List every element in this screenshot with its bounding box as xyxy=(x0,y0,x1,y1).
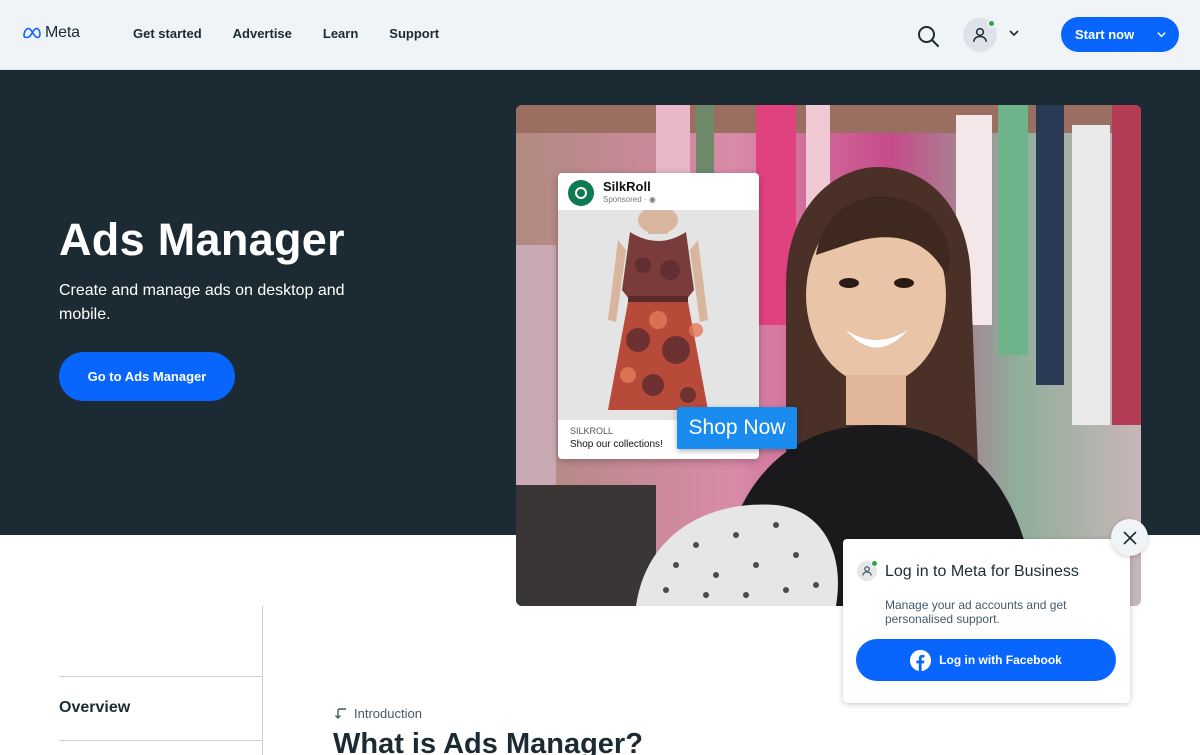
section-eyebrow: Introduction xyxy=(335,706,422,721)
online-status-dot xyxy=(871,560,878,567)
logo-text: Meta xyxy=(45,24,80,41)
go-to-ads-manager-button[interactable]: Go to Ads Manager xyxy=(59,352,235,401)
ad-store-name: SILKROLL xyxy=(570,426,614,436)
globe-icon: ◉ xyxy=(648,195,656,204)
close-popup-button[interactable] xyxy=(1111,519,1148,556)
sidebar-divider xyxy=(262,606,263,755)
ad-tagline: Shop our collections! xyxy=(570,439,663,450)
ad-sponsored-label: Sponsored · ◉ xyxy=(603,195,656,204)
start-now-button[interactable]: Start now xyxy=(1061,17,1179,52)
meta-logo[interactable]: Meta xyxy=(22,24,80,42)
facebook-icon xyxy=(910,649,932,671)
sidebar-item-overview[interactable]: Overview xyxy=(59,699,130,717)
login-with-facebook-button[interactable]: Log in with Facebook xyxy=(856,639,1116,681)
close-icon xyxy=(1122,530,1137,545)
ad-card-header: SilkRoll Sponsored · ◉ xyxy=(558,173,759,210)
sidebar-separator xyxy=(59,676,262,677)
login-popup-text: Manage your ad accounts and get personal… xyxy=(885,598,1067,626)
user-icon xyxy=(857,560,878,581)
ad-product-image xyxy=(558,206,759,420)
primary-nav: Get started Advertise Learn Support xyxy=(133,26,439,41)
nav-advertise[interactable]: Advertise xyxy=(233,26,292,41)
page-title: Ads Manager xyxy=(59,214,345,265)
nav-support[interactable]: Support xyxy=(389,26,439,41)
search-icon[interactable] xyxy=(916,24,940,48)
account-button[interactable] xyxy=(963,18,997,52)
sidebar-separator xyxy=(59,740,262,741)
login-popup-title: Log in to Meta for Business xyxy=(885,563,1079,580)
section-title: What is Ads Manager? xyxy=(333,728,643,755)
ad-brand-name: SilkRoll xyxy=(603,179,651,194)
dress-illustration xyxy=(558,206,759,420)
shop-now-button[interactable]: Shop Now xyxy=(677,407,797,449)
nav-learn[interactable]: Learn xyxy=(323,26,358,41)
login-popup: Log in to Meta for Business Manage your … xyxy=(843,539,1130,703)
intro-arrow-icon xyxy=(335,708,346,719)
chevron-down-icon xyxy=(1157,32,1166,38)
top-navigation: Meta Get started Advertise Learn Support… xyxy=(0,0,1200,70)
start-now-label: Start now xyxy=(1075,27,1135,42)
user-icon xyxy=(972,27,988,42)
chevron-down-icon[interactable] xyxy=(1008,27,1020,39)
nav-get-started[interactable]: Get started xyxy=(133,26,202,41)
meta-logo-icon xyxy=(23,27,41,39)
intro-label: Introduction xyxy=(354,706,422,721)
brand-logo-icon xyxy=(568,180,594,206)
hero-subtitle: Create and manage ads on desktop and mob… xyxy=(59,282,345,323)
online-status-dot xyxy=(987,19,996,28)
login-with-facebook-label: Log in with Facebook xyxy=(939,653,1062,667)
